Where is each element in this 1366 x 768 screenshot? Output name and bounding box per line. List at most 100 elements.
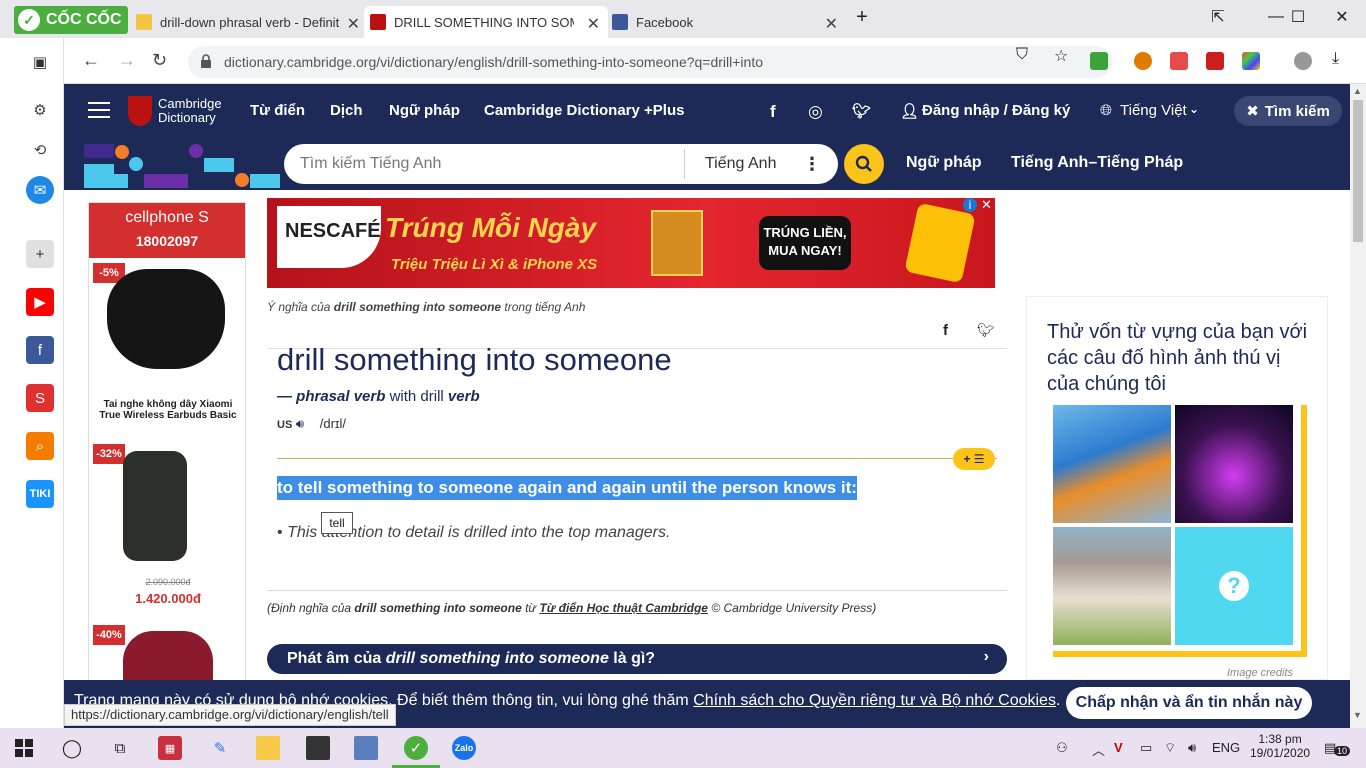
search-circle-icon[interactable]: ◯: [60, 736, 84, 760]
close-window-button[interactable]: ✕: [1320, 4, 1364, 30]
nescafe-banner-ad[interactable]: NESCAFÉ Trúng Mỗi Ngày Triệu Triệu Lì Xì…: [267, 197, 995, 288]
tab-close-icon[interactable]: ✕: [347, 14, 360, 34]
search-input[interactable]: [284, 155, 684, 173]
grammar-link[interactable]: Ngữ pháp: [906, 154, 982, 172]
input-language[interactable]: ENG: [1212, 740, 1240, 755]
download-ext-icon[interactable]: [1090, 52, 1108, 70]
bookmark-star-icon[interactable]: ☆: [1054, 46, 1068, 66]
scroll-down-icon[interactable]: ▼: [1353, 710, 1362, 720]
banner-cta[interactable]: TRÚNG LIỀN, MUA NGAY!: [759, 216, 851, 270]
cellphones-ad[interactable]: cellphone S 18002097 -5% Tai nghe không …: [88, 202, 246, 682]
extension-icon[interactable]: [1134, 52, 1152, 70]
vertical-scrollbar[interactable]: ▲ ▼: [1350, 84, 1366, 728]
sticky-notes-icon[interactable]: [306, 736, 330, 760]
cookie-policy-link[interactable]: Chính sách cho Quyền riêng tư và Bộ nhớ …: [693, 692, 1056, 709]
address-bar[interactable]: dictionary.cambridge.org/vi/dictionary/e…: [188, 46, 1112, 78]
search-button[interactable]: [844, 144, 884, 184]
youtube-icon[interactable]: ▶: [26, 288, 54, 316]
instagram-icon[interactable]: ◎: [808, 102, 823, 122]
windows-start-icon[interactable]: [12, 736, 36, 760]
ad-info-icon[interactable]: i: [963, 198, 977, 212]
scrollbar-thumb[interactable]: [1353, 100, 1363, 242]
volume-icon[interactable]: 🔊︎: [1188, 740, 1196, 756]
clock-time: 1:38 pm: [1258, 732, 1302, 746]
scroll-up-icon[interactable]: ▲: [1353, 86, 1362, 96]
speaker-icon[interactable]: 🔊︎: [296, 416, 304, 431]
facebook-icon[interactable]: f: [770, 102, 776, 122]
download-icon[interactable]: ⤓: [1332, 50, 1339, 68]
app-icon[interactable]: ▦: [158, 736, 182, 760]
nav-translate[interactable]: Dịch: [330, 102, 363, 119]
carnival-ride-image[interactable]: [1175, 405, 1293, 523]
nav-plus[interactable]: Cambridge Dictionary +Plus: [484, 102, 684, 119]
tab-close-icon[interactable]: ✕: [587, 14, 600, 34]
forward-icon[interactable]: →: [118, 50, 136, 71]
paint-app-icon[interactable]: ✎: [208, 736, 232, 760]
share-twitter-icon[interactable]: 🐦︎: [977, 322, 995, 339]
coccoc-logo[interactable]: ✓ CỐC CỐC: [14, 6, 128, 34]
image-credits[interactable]: Image credits: [1227, 667, 1293, 679]
hamburger-menu-icon[interactable]: [88, 102, 110, 118]
coccoc-taskbar-icon[interactable]: ✓: [404, 736, 428, 760]
network-icon[interactable]: ⌔: [1164, 740, 1176, 756]
dictionary-selector[interactable]: Tiếng Anh: [685, 155, 803, 173]
tray-app-icon[interactable]: V: [1114, 740, 1123, 755]
tab-drill-something[interactable]: DRILL SOMETHING INTO SOMEON ✕: [364, 6, 608, 38]
language-selector[interactable]: Tiếng Việt: [1120, 102, 1187, 119]
nav-dictionary[interactable]: Từ điển: [250, 102, 305, 119]
tab-facebook[interactable]: Facebook ✕: [606, 6, 846, 38]
back-icon[interactable]: ←: [82, 50, 100, 71]
search-toggle-button[interactable]: ✖ Tìm kiếm: [1234, 96, 1342, 126]
extension-icon[interactable]: [1206, 52, 1224, 70]
login-link[interactable]: Đăng nhập / Đăng ký: [922, 102, 1070, 119]
file-explorer-icon[interactable]: [256, 736, 280, 760]
people-icon[interactable]: ⚇: [1056, 740, 1068, 756]
messenger-icon[interactable]: ✉: [26, 176, 54, 204]
share-facebook-icon[interactable]: f: [943, 322, 948, 339]
en-fr-link[interactable]: Tiếng Anh–Tiếng Pháp: [1011, 154, 1183, 172]
chevron-up-icon[interactable]: ︿: [1092, 740, 1105, 759]
facebook-icon[interactable]: f: [26, 336, 54, 364]
maximize-button[interactable]: ☐: [1276, 4, 1320, 30]
pronunciation-section-bar[interactable]: Phát âm của drill something into someone…: [267, 644, 1007, 674]
shield-icon[interactable]: ⛉: [1016, 46, 1028, 64]
source-link[interactable]: Từ điển Học thuật Cambridge: [539, 601, 708, 615]
tab-drill-down[interactable]: drill-down phrasal verb - Definitio ✕: [130, 6, 368, 38]
ipa: /drɪl/: [319, 416, 347, 431]
task-view-icon[interactable]: ⧉: [108, 736, 132, 760]
playhouse-image[interactable]: [1053, 527, 1171, 645]
profile-avatar[interactable]: [1294, 52, 1312, 70]
accept-cookies-button[interactable]: Chấp nhận và ẩn tin nhắn này: [1066, 687, 1312, 719]
nav-grammar[interactable]: Ngữ pháp: [389, 102, 460, 119]
url-text: dictionary.cambridge.org/vi/dictionary/e…: [224, 54, 764, 70]
extension-icon[interactable]: [1242, 52, 1260, 70]
ad-close-icon[interactable]: ✕: [981, 197, 992, 213]
battery-icon[interactable]: ▭: [1140, 740, 1152, 756]
history-icon[interactable]: ⟲: [26, 136, 54, 164]
zalo-icon[interactable]: Zalo: [452, 736, 476, 760]
add-to-wordlist-button[interactable]: + ☰: [953, 448, 995, 470]
chevron-down-icon[interactable]: ⌄: [1189, 102, 1199, 116]
add-icon[interactable]: +: [26, 240, 54, 268]
more-options-icon[interactable]: ⋮: [803, 154, 821, 175]
waterslide-image[interactable]: [1053, 405, 1171, 523]
reload-icon[interactable]: ↻: [152, 50, 167, 71]
app-icon[interactable]: [354, 736, 378, 760]
quiz-grid: ?: [1053, 405, 1307, 657]
twitter-icon[interactable]: 🐦︎: [852, 102, 871, 120]
clock[interactable]: 1:38 pm 19/01/2020: [1250, 732, 1310, 760]
new-tab-button[interactable]: +: [848, 4, 876, 30]
search-icon: [855, 155, 872, 172]
tiki-icon[interactable]: TIKI: [26, 480, 54, 508]
adblock-icon[interactable]: [1170, 52, 1188, 70]
coccoc-icon: ✓: [18, 9, 40, 31]
shopee-icon[interactable]: S: [26, 384, 54, 412]
tab-close-icon[interactable]: ✕: [825, 14, 838, 34]
tab-search-icon[interactable]: ⇱: [1196, 4, 1240, 30]
settings-gear-icon[interactable]: ⚙: [26, 96, 54, 124]
quiz-question-tile[interactable]: ?: [1175, 527, 1293, 645]
picture-quiz-widget[interactable]: Thử vốn từ vựng của bạn với các câu đố h…: [1026, 296, 1328, 680]
cambridge-logo[interactable]: Cambridge Dictionary: [128, 96, 222, 126]
search-app-icon[interactable]: ⌕: [26, 432, 54, 460]
sidebar-panel-icon[interactable]: ▣: [26, 48, 54, 76]
